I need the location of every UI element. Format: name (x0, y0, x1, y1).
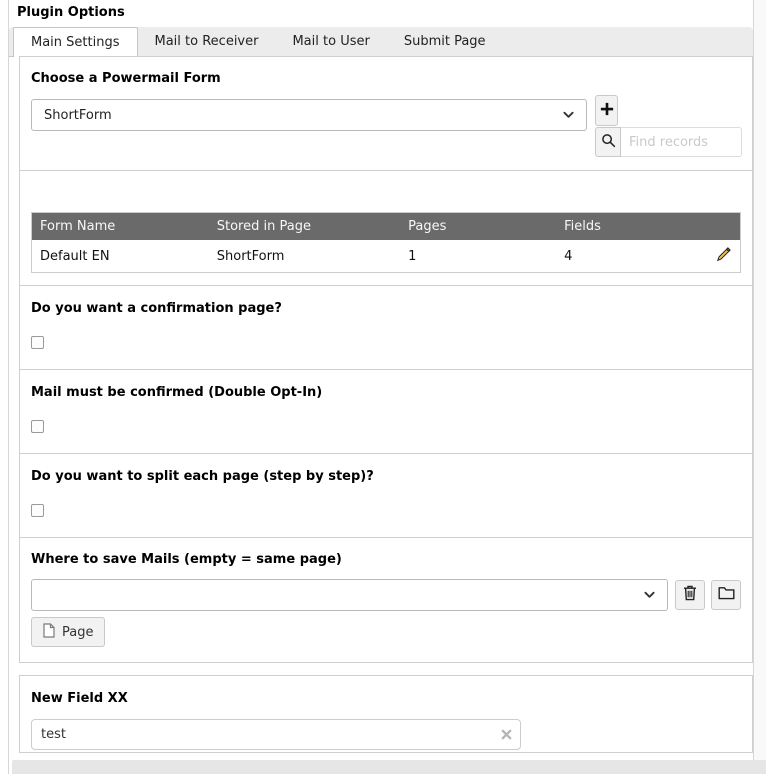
chevron-down-icon (563, 108, 574, 123)
plus-icon (600, 102, 614, 120)
col-stored-in-page: Stored in Page (209, 213, 400, 241)
table-row: Default EN ShortForm 1 4 (32, 240, 741, 273)
section-confirmation-page: Do you want a confirmation page? (19, 285, 753, 370)
clear-selection-button[interactable] (675, 580, 705, 610)
save-mails-label: Where to save Mails (empty = same page) (31, 552, 741, 567)
panel-right-border (753, 0, 754, 774)
cell-fields: 4 (556, 240, 705, 273)
new-field-label: New Field XX (31, 691, 741, 706)
cell-form-name: Default EN (32, 240, 209, 273)
page-icon (43, 623, 55, 642)
browse-pages-button[interactable] (711, 580, 741, 610)
pencil-icon (716, 251, 732, 266)
section-new-field: New Field XX (19, 675, 753, 753)
col-pages: Pages (400, 213, 556, 241)
tab-bar: Main Settings Mail to Receiver Mail to U… (9, 27, 753, 57)
find-records-input[interactable] (621, 127, 742, 157)
record-tools (595, 95, 742, 157)
section-choose-form: Choose a Powermail Form ShortForm (19, 56, 753, 171)
col-actions (705, 213, 740, 241)
section-double-opt-in: Mail must be confirmed (Double Opt-In) (19, 369, 753, 454)
split-pages-checkbox[interactable] (31, 504, 44, 517)
tab-label: Mail to Receiver (155, 34, 259, 49)
powermail-form-select[interactable]: ShortForm (31, 99, 587, 131)
bottom-strip (12, 760, 766, 774)
search-button[interactable] (595, 127, 621, 157)
save-mails-select[interactable] (31, 579, 668, 611)
tab-label: Mail to User (292, 34, 369, 49)
table-header-row: Form Name Stored in Page Pages Fields (32, 213, 741, 241)
split-pages-label: Do you want to split each page (step by … (31, 469, 740, 484)
edit-record-button[interactable] (716, 246, 732, 262)
save-mails-row (31, 579, 741, 611)
panel-content: Plugin Options Main Settings Mail to Rec… (9, 0, 753, 753)
folder-icon (718, 586, 735, 604)
tab-main-settings[interactable]: Main Settings (13, 27, 138, 57)
add-record-button[interactable] (595, 95, 618, 126)
section-split-pages: Do you want to split each page (step by … (19, 453, 753, 538)
form-sections: Choose a Powermail Form ShortForm (19, 56, 753, 753)
search-icon (601, 133, 616, 152)
page-right-margin (754, 0, 766, 774)
confirmation-page-label: Do you want a confirmation page? (31, 301, 740, 316)
trash-icon (683, 585, 697, 605)
tab-mail-to-receiver[interactable]: Mail to Receiver (138, 27, 276, 56)
col-fields: Fields (556, 213, 705, 241)
select-value: ShortForm (44, 108, 563, 123)
col-form-name: Form Name (32, 213, 209, 241)
forms-table: Form Name Stored in Page Pages Fields De… (31, 212, 741, 273)
section-save-mails: Where to save Mails (empty = same page) (19, 537, 753, 663)
new-field-wrap (31, 719, 521, 750)
page-title: Plugin Options (9, 0, 753, 27)
close-icon (501, 729, 512, 744)
double-opt-in-label: Mail must be confirmed (Double Opt-In) (31, 385, 740, 400)
page-button[interactable]: Page (31, 617, 105, 647)
chevron-down-icon (644, 588, 655, 603)
cell-stored-in-page: ShortForm (209, 240, 400, 273)
choose-form-label: Choose a Powermail Form (31, 71, 752, 86)
double-opt-in-checkbox[interactable] (31, 420, 44, 433)
find-records-group (595, 127, 742, 157)
tab-label: Main Settings (31, 35, 120, 50)
tab-mail-to-user[interactable]: Mail to User (275, 27, 386, 56)
tab-submit-page[interactable]: Submit Page (387, 27, 503, 56)
new-field-input[interactable] (31, 719, 521, 750)
cell-pages: 1 (400, 240, 556, 273)
clear-input-button[interactable] (501, 729, 512, 740)
section-forms-table: Form Name Stored in Page Pages Fields De… (19, 170, 753, 286)
tab-label: Submit Page (404, 34, 486, 49)
page-button-label: Page (62, 625, 93, 640)
plugin-options-panel: Plugin Options Main Settings Mail to Rec… (0, 0, 766, 774)
confirmation-page-checkbox[interactable] (31, 336, 44, 349)
